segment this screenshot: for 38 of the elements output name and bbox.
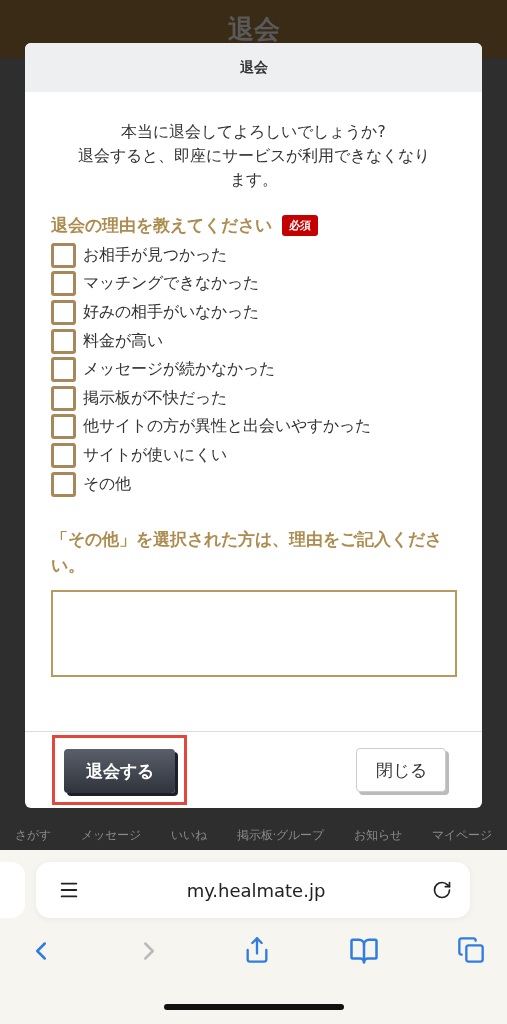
reason-input[interactable] [51, 590, 457, 678]
nav-tab[interactable]: さがす [14, 827, 51, 844]
nav-tab[interactable]: マイページ [432, 827, 493, 844]
reason-label: 好みの相手がいなかった [83, 302, 259, 323]
nav-tab[interactable]: いいね [170, 827, 207, 844]
checkbox[interactable] [51, 300, 76, 325]
checkbox[interactable] [51, 242, 76, 268]
close-button[interactable]: 閉じる [356, 748, 446, 792]
nav-tab[interactable]: お知らせ [354, 827, 403, 844]
reasons-label: 退会の理由を教えてください [51, 214, 272, 237]
reason-label: マッチングできなかった [83, 273, 259, 295]
required-badge: 必須 [282, 215, 318, 236]
checkbox[interactable] [51, 357, 76, 383]
url-text: my.healmate.jp [186, 879, 326, 901]
reason-label: 掲示板が不快だった [83, 387, 227, 409]
reload-icon[interactable] [432, 880, 452, 900]
reason-label: 他サイトの方が異性と出会いやすかった [83, 416, 371, 438]
nav-tab[interactable]: メッセージ [80, 827, 141, 844]
tabs-icon[interactable] [457, 936, 485, 964]
reason-label: その他 [83, 473, 131, 495]
reason-label: サイトが使いにくい [83, 444, 227, 466]
dialog-title: 退会 [25, 43, 482, 92]
page-title: 退会 [227, 12, 280, 46]
nav-tab[interactable]: 掲示板·グループ [236, 827, 325, 844]
confirm-message: 本当に退会してよろしいでしょうか? 退会すると、即座にサービスが利用できなくなります。 [76, 122, 431, 191]
checkbox[interactable] [51, 414, 76, 440]
address-bar[interactable]: my.healmate.jp [36, 862, 470, 918]
other-reason-label: 「その他」を選択された方は、理由をご記入ください。 [51, 528, 443, 578]
withdraw-button[interactable]: 退会する [64, 749, 175, 793]
reason-label: メッセージが続かなかった [83, 359, 275, 381]
bookmarks-icon[interactable] [348, 936, 379, 966]
checkbox[interactable] [51, 328, 76, 354]
reason-label: お相手が見つかった [83, 244, 227, 266]
checkbox[interactable] [51, 471, 76, 497]
reason-label: 料金が高い [83, 330, 163, 352]
checkbox[interactable] [51, 442, 76, 468]
checkbox[interactable] [51, 385, 76, 411]
checkbox[interactable] [51, 271, 76, 297]
